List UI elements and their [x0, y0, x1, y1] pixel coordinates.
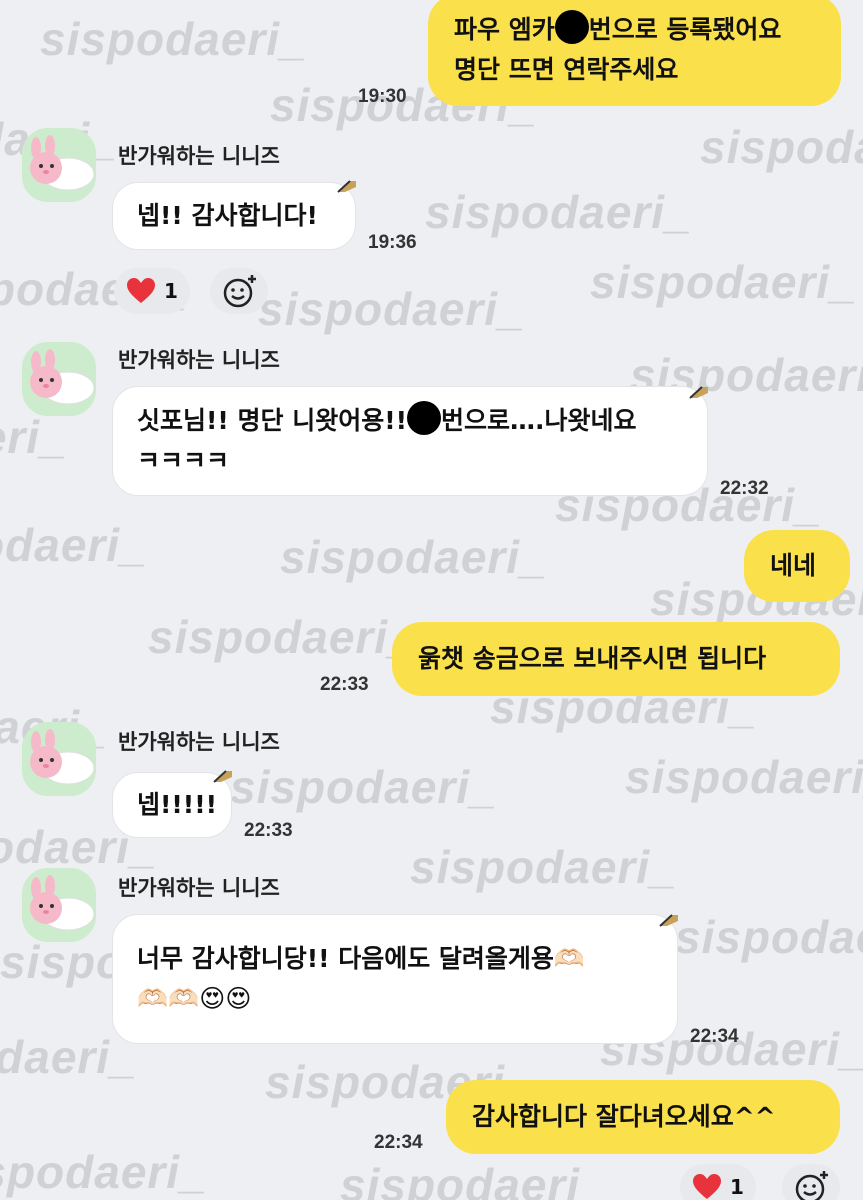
- sender-avatar[interactable]: [22, 722, 96, 796]
- sender-avatar[interactable]: [22, 342, 96, 416]
- message-time: 22:33: [244, 820, 293, 841]
- watermark: sispodaeri_: [0, 1146, 207, 1198]
- add-reaction-button[interactable]: [782, 1164, 840, 1200]
- watermark: sispodaeri_: [410, 841, 677, 893]
- redaction-mark: [554, 10, 589, 44]
- watermark: sispodaeri_: [590, 256, 857, 308]
- watermark: sispodaeri_: [0, 1031, 137, 1083]
- niniz-character-icon: [22, 342, 96, 416]
- redaction-mark: [407, 401, 442, 435]
- reaction-count: 1: [164, 279, 178, 303]
- heart-icon: [693, 1174, 721, 1199]
- watermark: sispodaeri_: [258, 283, 525, 335]
- heart-icon: [127, 278, 155, 303]
- sender-name: 반가워하는 니니즈: [118, 730, 280, 754]
- smile-add-icon: [795, 1171, 828, 1200]
- message-line: 감사합니다 잘다녀오세요^^: [472, 1102, 776, 1131]
- bookmark-icon[interactable]: [688, 384, 710, 400]
- message-line: 네네: [770, 551, 817, 580]
- heart-reaction[interactable]: 1: [114, 268, 190, 314]
- watermark: sispodaeri_: [340, 1159, 607, 1200]
- smile-add-icon: [223, 275, 256, 308]
- message-time: 22:34: [374, 1132, 423, 1153]
- sender-name: 반가워하는 니니즈: [118, 876, 280, 900]
- watermark: sispodaeri_: [40, 13, 307, 65]
- message-line: 넵!!!!!: [137, 790, 218, 819]
- message-time: 19:30: [358, 86, 407, 107]
- sender-avatar[interactable]: [22, 128, 96, 202]
- bookmark-icon[interactable]: [658, 912, 680, 928]
- their-message-bubble[interactable]: 너무 감사합니당!! 다음에도 달려올게용🫶🏻 🫶🏻🫶🏻😍😍: [112, 914, 678, 1044]
- message-line: 싯포님!! 명단 니왓어용!! 번으로….나왓네요: [137, 401, 683, 441]
- sender-name: 반가워하는 니니즈: [118, 348, 280, 372]
- bookmark-icon[interactable]: [212, 768, 234, 784]
- watermark: sispodaeri_: [280, 531, 547, 583]
- reaction-count: 1: [730, 1175, 744, 1199]
- message-line: 넵!! 감사합니다!: [137, 201, 318, 230]
- bookmark-icon[interactable]: [336, 178, 358, 194]
- add-reaction-button[interactable]: [210, 268, 268, 314]
- watermark: sispodaeri_: [425, 186, 692, 238]
- niniz-character-icon: [22, 128, 96, 202]
- message-time: 22:33: [320, 674, 369, 695]
- watermark: sispodaeri_: [700, 121, 863, 173]
- niniz-character-icon: [22, 868, 96, 942]
- sender-avatar[interactable]: [22, 868, 96, 942]
- watermark: sispodaeri_: [675, 911, 863, 963]
- my-message-bubble[interactable]: 네네: [744, 530, 850, 602]
- their-message-bubble[interactable]: 싯포님!! 명단 니왓어용!! 번으로….나왓네요 ㅋㅋㅋㅋ: [112, 386, 708, 496]
- message-line: 🫶🏻🫶🏻😍😍: [137, 984, 252, 1013]
- message-line: 명단 뜨면 연락주세요: [454, 55, 679, 84]
- message-line: 욹챗 송금으로 보내주시면 됩니다: [418, 644, 767, 673]
- message-time: 22:34: [690, 1026, 739, 1047]
- heart-reaction[interactable]: 1: [680, 1164, 756, 1200]
- message-line: 너무 감사합니당!! 다음에도 달려올게용🫶🏻: [137, 944, 586, 973]
- niniz-character-icon: [22, 722, 96, 796]
- watermark: sispodaeri_: [0, 519, 147, 571]
- their-message-bubble[interactable]: 넵!! 감사합니다!: [112, 182, 356, 250]
- my-message-bubble[interactable]: 욹챗 송금으로 보내주시면 됩니다: [392, 622, 840, 696]
- watermark: sispodaeri_: [625, 751, 863, 803]
- sender-name: 반가워하는 니니즈: [118, 144, 280, 168]
- message-line: ㅋㅋㅋㅋ: [137, 446, 230, 475]
- watermark: sispodaeri_: [148, 611, 415, 663]
- watermark: sispodaeri_: [0, 411, 67, 463]
- my-message-bubble[interactable]: 감사합니다 잘다녀오세요^^: [446, 1080, 840, 1154]
- my-message-bubble[interactable]: 파우 엠카 번으로 등록됐어요 명단 뜨면 연락주세요: [428, 0, 841, 106]
- message-time: 22:32: [720, 478, 769, 499]
- message-time: 19:36: [368, 232, 417, 253]
- message-line: 파우 엠카 번으로 등록됐어요: [454, 10, 815, 50]
- watermark: sispodaeri_: [230, 761, 497, 813]
